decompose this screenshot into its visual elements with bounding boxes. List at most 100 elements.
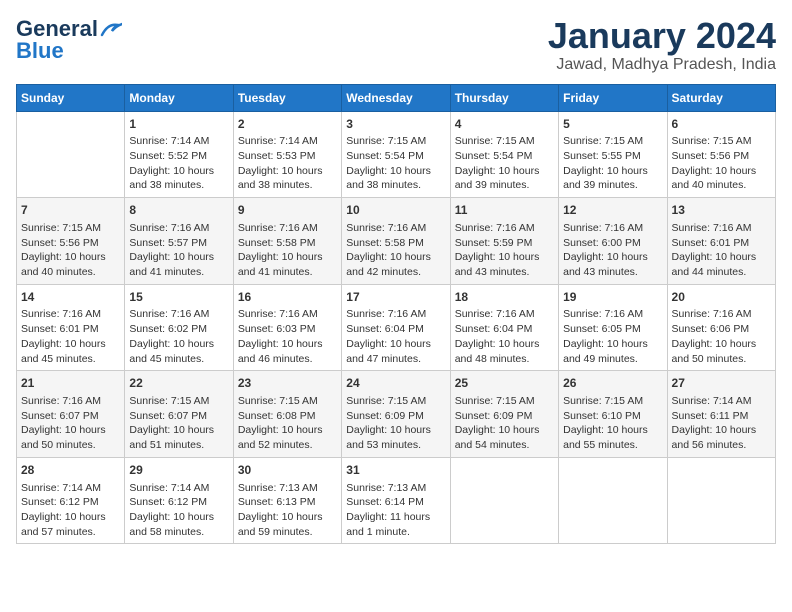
- sunrise-text: Sunrise: 7:16 AM: [346, 307, 445, 322]
- calendar-cell: 17Sunrise: 7:16 AMSunset: 6:04 PMDayligh…: [342, 284, 450, 371]
- day-number: 16: [238, 289, 337, 306]
- sunset-text: Sunset: 6:01 PM: [21, 322, 120, 337]
- daylight-text: Daylight: 10 hours and 51 minutes.: [129, 423, 228, 452]
- sunrise-text: Sunrise: 7:16 AM: [129, 307, 228, 322]
- daylight-text: Daylight: 10 hours and 54 minutes.: [455, 423, 554, 452]
- week-row-3: 14Sunrise: 7:16 AMSunset: 6:01 PMDayligh…: [17, 284, 776, 371]
- sunrise-text: Sunrise: 7:15 AM: [346, 134, 445, 149]
- sunrise-text: Sunrise: 7:14 AM: [21, 481, 120, 496]
- sunset-text: Sunset: 6:10 PM: [563, 409, 662, 424]
- sunrise-text: Sunrise: 7:16 AM: [21, 394, 120, 409]
- calendar-cell: 16Sunrise: 7:16 AMSunset: 6:03 PMDayligh…: [233, 284, 341, 371]
- calendar-cell: 25Sunrise: 7:15 AMSunset: 6:09 PMDayligh…: [450, 371, 558, 458]
- sunset-text: Sunset: 6:06 PM: [672, 322, 771, 337]
- sunrise-text: Sunrise: 7:14 AM: [129, 134, 228, 149]
- calendar-cell: 12Sunrise: 7:16 AMSunset: 6:00 PMDayligh…: [559, 198, 667, 285]
- day-number: 14: [21, 289, 120, 306]
- logo-text-blue: Blue: [16, 38, 64, 64]
- day-number: 19: [563, 289, 662, 306]
- day-number: 3: [346, 116, 445, 133]
- calendar-cell: 23Sunrise: 7:15 AMSunset: 6:08 PMDayligh…: [233, 371, 341, 458]
- calendar-cell: 1Sunrise: 7:14 AMSunset: 5:52 PMDaylight…: [125, 111, 233, 198]
- sunset-text: Sunset: 6:04 PM: [346, 322, 445, 337]
- sunrise-text: Sunrise: 7:15 AM: [238, 394, 337, 409]
- calendar-cell: 6Sunrise: 7:15 AMSunset: 5:56 PMDaylight…: [667, 111, 775, 198]
- daylight-text: Daylight: 10 hours and 53 minutes.: [346, 423, 445, 452]
- calendar-cell: 4Sunrise: 7:15 AMSunset: 5:54 PMDaylight…: [450, 111, 558, 198]
- calendar-title: January 2024: [548, 16, 776, 56]
- day-number: 7: [21, 202, 120, 219]
- sunset-text: Sunset: 6:14 PM: [346, 495, 445, 510]
- day-number: 23: [238, 375, 337, 392]
- daylight-text: Daylight: 10 hours and 59 minutes.: [238, 510, 337, 539]
- calendar-cell: 19Sunrise: 7:16 AMSunset: 6:05 PMDayligh…: [559, 284, 667, 371]
- sunset-text: Sunset: 5:56 PM: [672, 149, 771, 164]
- daylight-text: Daylight: 10 hours and 38 minutes.: [346, 164, 445, 193]
- calendar-cell: 30Sunrise: 7:13 AMSunset: 6:13 PMDayligh…: [233, 457, 341, 544]
- daylight-text: Daylight: 10 hours and 45 minutes.: [129, 337, 228, 366]
- sunset-text: Sunset: 6:01 PM: [672, 236, 771, 251]
- sunrise-text: Sunrise: 7:16 AM: [346, 221, 445, 236]
- sunrise-text: Sunrise: 7:16 AM: [21, 307, 120, 322]
- calendar-table: SundayMondayTuesdayWednesdayThursdayFrid…: [16, 84, 776, 545]
- sunset-text: Sunset: 6:04 PM: [455, 322, 554, 337]
- sunrise-text: Sunrise: 7:15 AM: [672, 134, 771, 149]
- calendar-cell: 11Sunrise: 7:16 AMSunset: 5:59 PMDayligh…: [450, 198, 558, 285]
- calendar-cell: 5Sunrise: 7:15 AMSunset: 5:55 PMDaylight…: [559, 111, 667, 198]
- calendar-cell: 24Sunrise: 7:15 AMSunset: 6:09 PMDayligh…: [342, 371, 450, 458]
- calendar-cell: 8 Sunrise: 7:16 AMSunset: 5:57 PMDaylight…: [125, 198, 233, 285]
- sunset-text: Sunset: 5:52 PM: [129, 149, 228, 164]
- daylight-text: Daylight: 10 hours and 38 minutes.: [238, 164, 337, 193]
- daylight-text: Daylight: 10 hours and 46 minutes.: [238, 337, 337, 366]
- sunrise-text: Sunrise: 7:15 AM: [455, 134, 554, 149]
- calendar-cell: [559, 457, 667, 544]
- sunset-text: Sunset: 5:57 PM: [129, 236, 228, 251]
- daylight-text: Daylight: 10 hours and 55 minutes.: [563, 423, 662, 452]
- day-number: 22: [129, 375, 228, 392]
- logo: General Blue: [16, 16, 122, 64]
- sunset-text: Sunset: 6:03 PM: [238, 322, 337, 337]
- sunrise-text: Sunrise: 7:16 AM: [238, 307, 337, 322]
- day-number: 28: [21, 462, 120, 479]
- daylight-text: Daylight: 10 hours and 50 minutes.: [21, 423, 120, 452]
- week-row-1: 1Sunrise: 7:14 AMSunset: 5:52 PMDaylight…: [17, 111, 776, 198]
- day-number: 10: [346, 202, 445, 219]
- calendar-cell: 21Sunrise: 7:16 AMSunset: 6:07 PMDayligh…: [17, 371, 125, 458]
- calendar-cell: 13Sunrise: 7:16 AMSunset: 6:01 PMDayligh…: [667, 198, 775, 285]
- sunset-text: Sunset: 6:02 PM: [129, 322, 228, 337]
- calendar-cell: 31Sunrise: 7:13 AMSunset: 6:14 PMDayligh…: [342, 457, 450, 544]
- calendar-cell: 20Sunrise: 7:16 AMSunset: 6:06 PMDayligh…: [667, 284, 775, 371]
- sunrise-text: Sunrise: 7:14 AM: [129, 481, 228, 496]
- sunrise-text: Sunrise: 7:16 AM: [129, 221, 228, 236]
- calendar-cell: 7Sunrise: 7:15 AMSunset: 5:56 PMDaylight…: [17, 198, 125, 285]
- daylight-text: Daylight: 10 hours and 57 minutes.: [21, 510, 120, 539]
- title-block: January 2024 Jawad, Madhya Pradesh, Indi…: [548, 16, 776, 74]
- day-number: 26: [563, 375, 662, 392]
- calendar-cell: 29Sunrise: 7:14 AMSunset: 6:12 PMDayligh…: [125, 457, 233, 544]
- calendar-cell: 28Sunrise: 7:14 AMSunset: 6:12 PMDayligh…: [17, 457, 125, 544]
- weekday-header-sunday: Sunday: [17, 84, 125, 111]
- sunrise-text: Sunrise: 7:16 AM: [455, 221, 554, 236]
- daylight-text: Daylight: 10 hours and 43 minutes.: [455, 250, 554, 279]
- logo-bird-icon: [100, 21, 122, 37]
- sunset-text: Sunset: 6:07 PM: [21, 409, 120, 424]
- day-number: 29: [129, 462, 228, 479]
- daylight-text: Daylight: 10 hours and 41 minutes.: [238, 250, 337, 279]
- sunrise-text: Sunrise: 7:15 AM: [346, 394, 445, 409]
- daylight-text: Daylight: 10 hours and 52 minutes.: [238, 423, 337, 452]
- day-number: 5: [563, 116, 662, 133]
- calendar-cell: 26 Sunrise: 7:15 AMSunset: 6:10 PMDayligh…: [559, 371, 667, 458]
- daylight-text: Daylight: 10 hours and 41 minutes.: [129, 250, 228, 279]
- day-number: 20: [672, 289, 771, 306]
- sunrise-text: Sunrise: 7:13 AM: [346, 481, 445, 496]
- daylight-text: Daylight: 10 hours and 50 minutes.: [672, 337, 771, 366]
- sunrise-text: Sunrise: 7:13 AM: [238, 481, 337, 496]
- sunrise-text: Sunrise: 7:16 AM: [563, 221, 662, 236]
- day-number: 6: [672, 116, 771, 133]
- sunrise-text: Sunrise: 7:15 AM: [563, 394, 662, 409]
- daylight-text: Daylight: 10 hours and 38 minutes.: [129, 164, 228, 193]
- calendar-cell: 18Sunrise: 7:16 AMSunset: 6:04 PMDayligh…: [450, 284, 558, 371]
- sunset-text: Sunset: 6:11 PM: [672, 409, 771, 424]
- sunrise-text: Sunrise: 7:16 AM: [672, 307, 771, 322]
- day-number: 8: [129, 202, 228, 219]
